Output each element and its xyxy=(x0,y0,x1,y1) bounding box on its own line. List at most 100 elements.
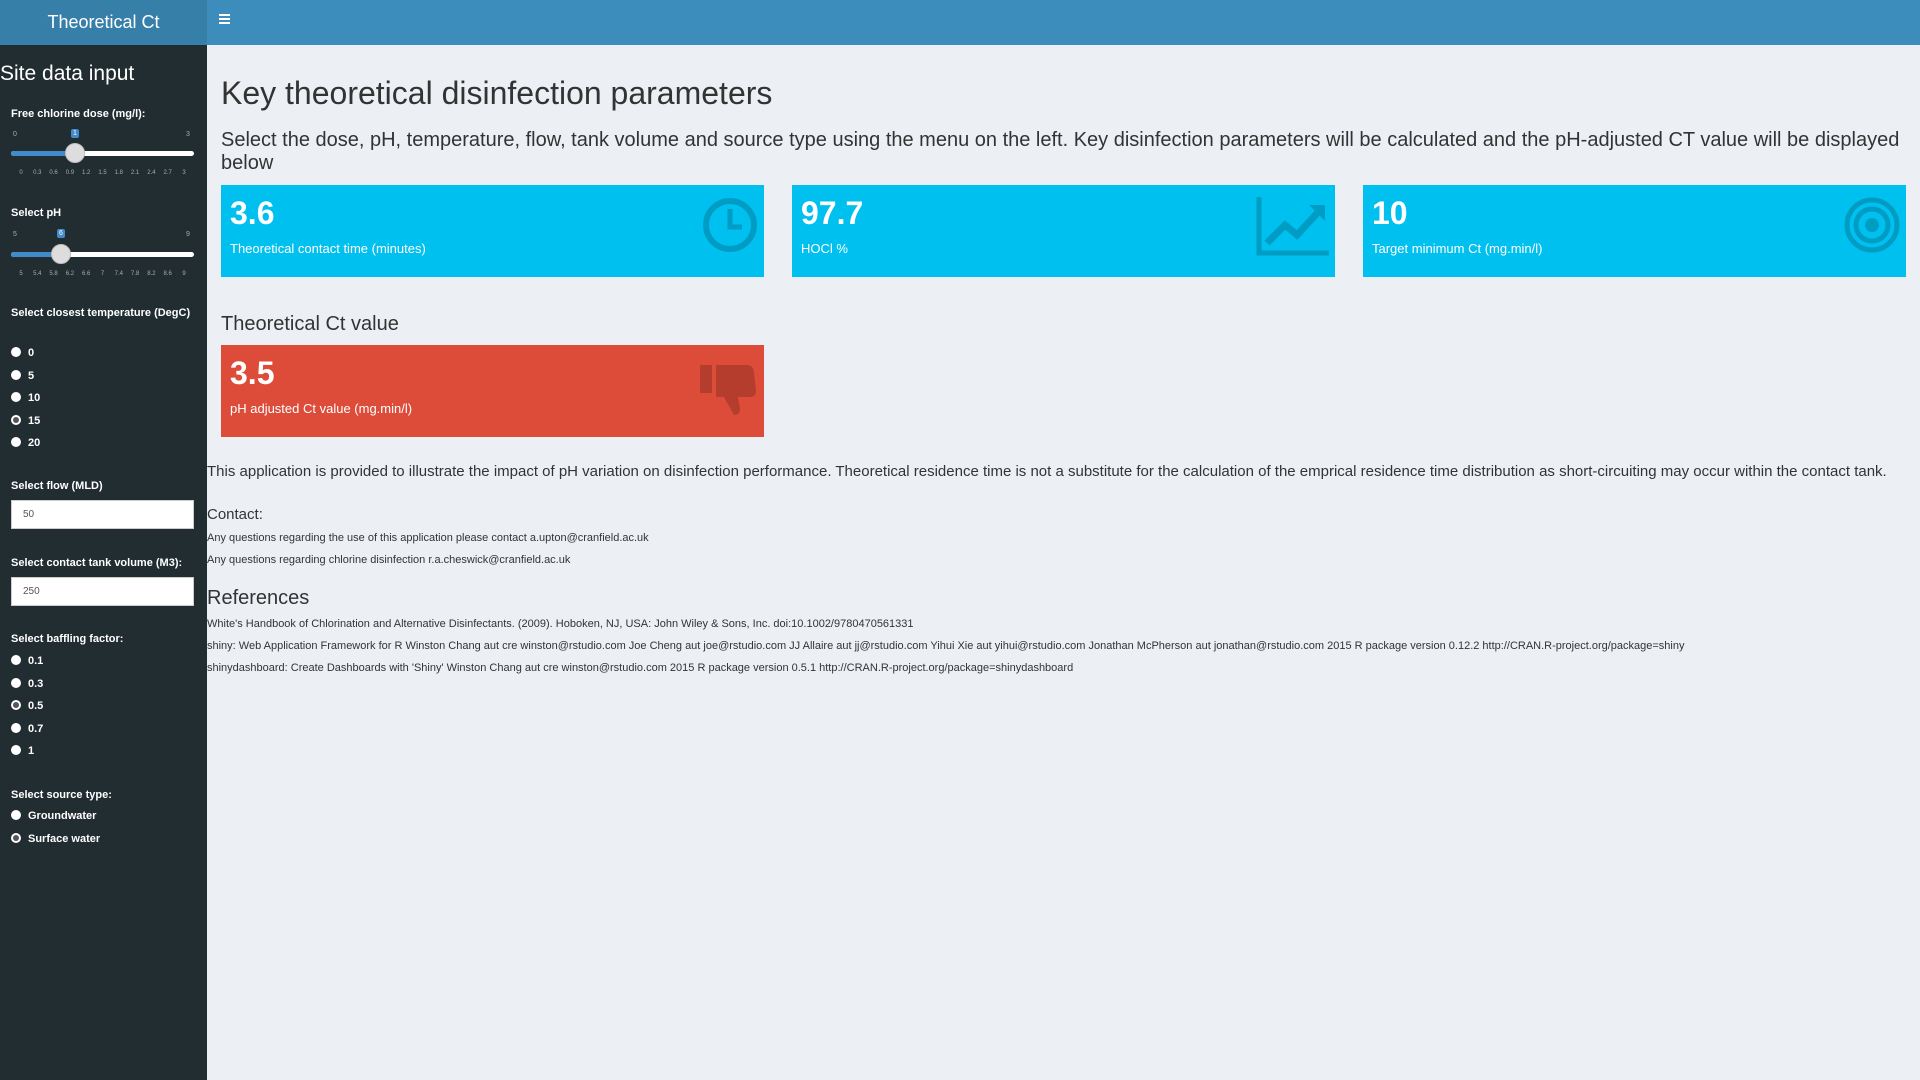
dose-label: Free chlorine dose (mg/l): xyxy=(11,108,146,120)
temperature-option[interactable]: 15 xyxy=(11,413,40,429)
radio-button[interactable] xyxy=(11,832,21,843)
ph-label: Select pH xyxy=(11,207,62,219)
temperature-option[interactable]: 10 xyxy=(11,390,40,406)
radio-button[interactable] xyxy=(11,722,21,733)
baffling-option[interactable]: 0.1 xyxy=(11,653,43,669)
temperature-option[interactable]: 0 xyxy=(11,345,34,361)
temperature-option[interactable]: 5 xyxy=(11,368,34,384)
radio-button[interactable] xyxy=(11,347,21,358)
slider-tick-label: 6.6 xyxy=(82,271,91,277)
radio-button[interactable] xyxy=(11,677,21,688)
app-title: Theoretical Ct xyxy=(0,0,207,45)
ph-adjusted-ct-value: 3.5 xyxy=(230,355,275,391)
ph-adjusted-ct-subtitle: pH adjusted Ct value (mg.min/l) xyxy=(230,401,413,416)
hocl-value: 97.7 xyxy=(801,195,864,231)
target-ct-subtitle: Target minimum Ct (mg.min/l) xyxy=(1372,241,1543,256)
radio-button[interactable] xyxy=(11,700,21,711)
dose-slider-handle[interactable] xyxy=(65,143,85,163)
slider-tick-label: 5 xyxy=(19,271,23,277)
baffling-option[interactable]: 0.5 xyxy=(11,698,43,714)
sidebar-title: Site data input xyxy=(0,62,135,85)
slider-tick-label: 1.2 xyxy=(82,170,91,176)
dose-min: 0 xyxy=(13,131,17,138)
contact-line-1: Any questions regarding the use of this … xyxy=(207,532,649,544)
flow-input[interactable] xyxy=(11,500,194,529)
source-option[interactable]: Groundwater xyxy=(11,808,96,824)
flow-label: Select flow (MLD) xyxy=(11,480,103,492)
source-option[interactable]: Surface water xyxy=(11,831,100,847)
line-chart-icon xyxy=(1255,195,1331,262)
menu-toggle-icon[interactable] xyxy=(219,14,233,30)
radio-button[interactable] xyxy=(11,810,21,821)
hocl-box: 97.7 HOCl % xyxy=(792,185,1335,277)
sidebar: Site data input Free chlorine dose (mg/l… xyxy=(0,45,207,1080)
slider-tick-label: 1.8 xyxy=(114,170,123,176)
temperature-option[interactable]: 20 xyxy=(11,435,40,451)
baffling-option[interactable]: 0.3 xyxy=(11,676,43,692)
baffling-option-label: 0.3 xyxy=(28,677,44,690)
temperature-option-label: 0 xyxy=(28,347,35,359)
ph-slider-track[interactable] xyxy=(11,252,194,257)
radio-button[interactable] xyxy=(11,392,21,403)
baffling-option-label: 0.1 xyxy=(28,655,44,667)
slider-tick-label: 5.4 xyxy=(33,271,42,277)
slider-tick-label: 5.8 xyxy=(49,271,58,277)
ph-max: 9 xyxy=(186,231,190,238)
disclaimer-text: This application is provided to illustra… xyxy=(207,463,1887,480)
dose-max: 3 xyxy=(186,131,190,138)
slider-tick-label: 2.1 xyxy=(130,170,140,176)
slider-tick-label: 8.2 xyxy=(147,271,156,277)
ct-heading: Theoretical Ct value xyxy=(221,313,399,335)
dose-value-badge: 1 xyxy=(71,129,79,138)
dose-slider-track[interactable] xyxy=(11,151,194,156)
slider-tick-label: 1.5 xyxy=(98,170,107,176)
baffling-option-label: 0.7 xyxy=(28,722,44,735)
temperature-option-label: 20 xyxy=(28,437,41,449)
temperature-option-label: 10 xyxy=(28,392,41,404)
ph-min: 5 xyxy=(13,231,17,238)
radio-button[interactable] xyxy=(11,369,21,380)
volume-input[interactable] xyxy=(11,577,194,606)
slider-tick-label: 7 xyxy=(100,271,105,277)
slider-tick-label: 6.2 xyxy=(65,271,75,277)
contact-time-box: 3.6 Theoretical contact time (minutes) xyxy=(221,185,764,277)
slider-tick-label: 7.4 xyxy=(114,271,123,277)
baffling-option[interactable]: 0.7 xyxy=(11,721,43,737)
radio-button[interactable] xyxy=(11,437,21,448)
target-ct-value: 10 xyxy=(1372,195,1408,231)
reference-item: White's Handbook of Chlorination and Alt… xyxy=(207,618,914,630)
contact-heading: Contact: xyxy=(207,506,263,523)
slider-tick-label: 0.3 xyxy=(33,170,42,176)
slider-tick-label: 0.9 xyxy=(65,170,75,176)
reference-item: shinydashboard: Create Dashboards with '… xyxy=(207,662,1074,674)
ph-value-badge: 6 xyxy=(57,229,65,238)
top-header: Theoretical Ct xyxy=(0,0,1920,45)
target-ct-box: 10 Target minimum Ct (mg.min/l) xyxy=(1363,185,1906,277)
slider-tick-label: 0.6 xyxy=(49,170,58,176)
source-label: Select source type: xyxy=(11,789,112,801)
clock-icon xyxy=(700,195,760,260)
references-heading: References xyxy=(207,587,310,609)
slider-tick-label: 2.4 xyxy=(147,170,156,176)
reference-item: shiny: Web Application Framework for R W… xyxy=(207,640,1685,652)
volume-label: Select contact tank volume (M3): xyxy=(11,557,183,569)
hocl-subtitle: HOCl % xyxy=(801,241,848,256)
radio-button[interactable] xyxy=(11,414,21,425)
radio-button[interactable] xyxy=(11,745,21,756)
main-content: Key theoretical disinfection parameters … xyxy=(207,45,1920,1080)
contact-time-value: 3.6 xyxy=(230,195,275,231)
slider-tick-label: 2.7 xyxy=(163,170,172,176)
source-option-label: Groundwater xyxy=(28,810,97,822)
thumbs-down-icon xyxy=(698,361,758,422)
baffling-option-label: 0.5 xyxy=(28,700,44,712)
radio-button[interactable] xyxy=(11,655,21,666)
ph-slider-handle[interactable] xyxy=(51,244,71,264)
contact-time-subtitle: Theoretical contact time (minutes) xyxy=(230,241,426,256)
baffling-option[interactable]: 1 xyxy=(11,743,34,759)
slider-tick-label: 9 xyxy=(182,271,186,277)
ph-adjusted-ct-box: 3.5 pH adjusted Ct value (mg.min/l) xyxy=(221,345,764,437)
baffling-option-label: 1 xyxy=(28,745,35,757)
temperature-option-label: 5 xyxy=(28,369,35,382)
source-option-label: Surface water xyxy=(28,832,101,845)
slider-tick-label: 8.6 xyxy=(163,271,172,277)
